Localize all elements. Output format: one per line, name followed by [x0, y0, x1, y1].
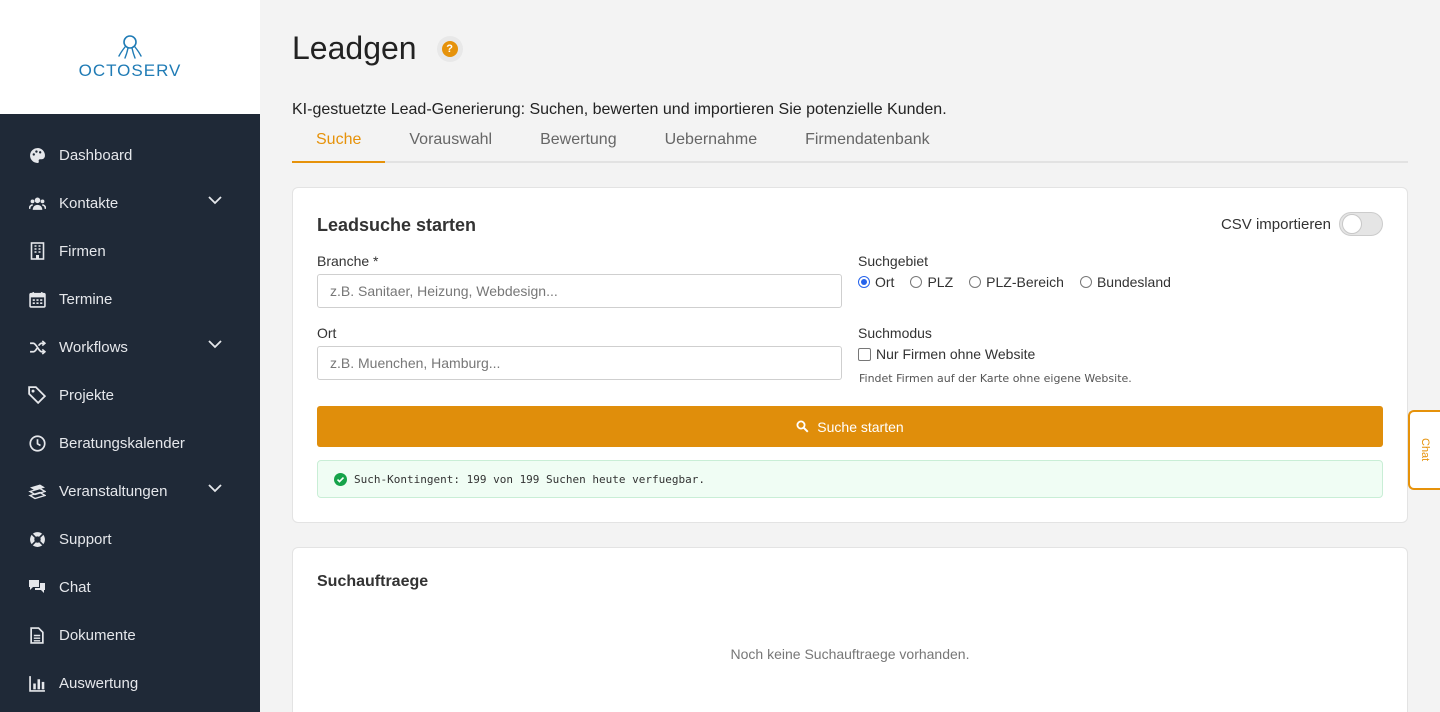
- sidebar-item-beratungskalender[interactable]: Beratungskalender: [0, 419, 260, 467]
- search-icon: [796, 420, 809, 433]
- question-mark-icon: ?: [441, 40, 458, 57]
- sidebar-item-label: Auswertung: [59, 674, 139, 692]
- quota-alert: Such-Kontingent: 199 von 199 Suchen heut…: [317, 460, 1383, 498]
- branche-label: Branche *: [317, 253, 379, 269]
- bar-chart-icon: [28, 674, 46, 692]
- card-title: Leadsuche starten: [317, 215, 477, 235]
- octopus-logo-icon: [118, 34, 142, 59]
- shuffle-icon: [28, 338, 46, 356]
- lifebuoy-icon: [28, 530, 46, 548]
- tab-uebernahme[interactable]: Uebernahme: [641, 118, 782, 163]
- radio-label: Bundesland: [1096, 274, 1171, 290]
- sidebar-item-label: Kontakte: [59, 194, 119, 212]
- check-circle-icon: [334, 472, 347, 486]
- chat-bubbles-icon: [28, 578, 46, 596]
- csv-import: CSV importieren: [1221, 212, 1383, 236]
- tab-vorauswahl[interactable]: Vorauswahl: [385, 118, 516, 163]
- radio-label: Ort: [875, 274, 895, 290]
- radio-bundesland[interactable]: Bundesland: [1079, 274, 1171, 290]
- sidebar-item-support[interactable]: Support: [0, 515, 260, 563]
- tab-bar: Suche Vorauswahl Bewertung Uebernahme Fi…: [292, 118, 1408, 163]
- button-label: Suche starten: [817, 418, 904, 435]
- chevron-down-icon[interactable]: [208, 340, 222, 349]
- radio-plz[interactable]: PLZ: [910, 274, 953, 290]
- sidebar-nav: Dashboard Kontakte Firmen Termine Workfl…: [0, 114, 260, 707]
- radio-ort[interactable]: Ort: [858, 274, 894, 290]
- brand-name: OCTOSERV: [78, 60, 182, 80]
- document-icon: [28, 626, 46, 644]
- no-website-checkbox[interactable]: [858, 347, 871, 361]
- radio-label: PLZ: [927, 274, 954, 290]
- csv-import-toggle[interactable]: [1339, 212, 1383, 236]
- users-icon: [28, 194, 46, 212]
- sidebar-item-termine[interactable]: Termine: [0, 275, 260, 323]
- sidebar-item-label: Dokumente: [59, 626, 136, 644]
- tab-bewertung[interactable]: Bewertung: [516, 118, 641, 163]
- calendar-icon: [28, 290, 46, 308]
- suchmodus-hint: Findet Firmen auf der Karte ohne eigene …: [859, 372, 1132, 385]
- layers-icon: [28, 482, 46, 500]
- page-header: Leadgen ?: [292, 30, 463, 67]
- palette-icon: [28, 146, 46, 164]
- building-icon: [28, 242, 46, 260]
- branche-input[interactable]: [317, 274, 842, 308]
- help-button[interactable]: ?: [436, 35, 463, 62]
- radio-button[interactable]: [1079, 276, 1092, 288]
- suchgebiet-radio-group: Ort PLZ PLZ-Bereich Bundesland: [858, 274, 1187, 290]
- csv-import-label: CSV importieren: [1220, 215, 1331, 233]
- page-subtitle: KI-gestuetzte Lead-Generierung: Suchen, …: [292, 101, 947, 118]
- sidebar-item-label: Support: [59, 530, 112, 548]
- sidebar-item-dashboard[interactable]: Dashboard: [0, 131, 260, 179]
- sidebar-item-firmen[interactable]: Firmen: [0, 227, 260, 275]
- empty-state-text: Noch keine Suchauftraege vorhanden.: [730, 646, 970, 662]
- radio-button[interactable]: [910, 276, 923, 288]
- sidebar-item-label: Beratungskalender: [59, 434, 185, 452]
- sidebar-item-label: Termine: [59, 290, 113, 308]
- chevron-down-icon[interactable]: [208, 484, 222, 493]
- radio-label: PLZ-Bereich: [986, 274, 1064, 290]
- tab-suche[interactable]: Suche: [292, 118, 386, 163]
- lead-search-card: Leadsuche starten CSV importieren Branch…: [292, 187, 1408, 523]
- radio-button[interactable]: [858, 276, 870, 288]
- page-title: Leadgen: [292, 30, 417, 66]
- sidebar-item-label: Chat: [59, 578, 91, 596]
- chat-tab-label: Chat: [1419, 438, 1431, 462]
- sidebar-item-dokumente[interactable]: Dokumente: [0, 611, 260, 659]
- ort-label: Ort: [317, 325, 337, 341]
- radio-button[interactable]: [969, 276, 982, 288]
- clock-icon: [28, 434, 46, 452]
- sidebar-item-auswertung[interactable]: Auswertung: [0, 659, 260, 707]
- chevron-down-icon[interactable]: [208, 196, 222, 205]
- ort-input[interactable]: [317, 346, 842, 380]
- suchmodus-label: Suchmodus: [858, 325, 932, 341]
- radio-plz-bereich[interactable]: PLZ-Bereich: [969, 274, 1064, 290]
- chat-widget-tab[interactable]: Chat: [1408, 410, 1440, 490]
- suchgebiet-label: Suchgebiet: [858, 253, 929, 269]
- card-title: Suchauftraege: [317, 573, 429, 590]
- sidebar-item-label: Veranstaltungen: [59, 482, 168, 500]
- tag-icon: [28, 386, 46, 404]
- toggle-knob: [1342, 214, 1362, 234]
- sidebar-item-label: Dashboard: [59, 146, 133, 164]
- sidebar-item-chat[interactable]: Chat: [0, 563, 260, 611]
- checkbox-label: Nur Firmen ohne Website: [876, 346, 1036, 362]
- sidebar-item-workflows[interactable]: Workflows: [0, 323, 260, 371]
- no-website-option[interactable]: Nur Firmen ohne Website: [858, 346, 1035, 362]
- sidebar-item-veranstaltungen[interactable]: Veranstaltungen: [0, 467, 260, 515]
- sidebar-item-projekte[interactable]: Projekte: [0, 371, 260, 419]
- sidebar: OCTOSERV Dashboard Kontakte Firmen Termi…: [0, 0, 260, 712]
- logo[interactable]: OCTOSERV: [0, 0, 260, 114]
- sidebar-item-kontakte[interactable]: Kontakte: [0, 179, 260, 227]
- search-jobs-card: Suchauftraege Noch keine Suchauftraege v…: [292, 547, 1408, 712]
- tab-firmendatenbank[interactable]: Firmendatenbank: [781, 118, 954, 163]
- start-search-button[interactable]: Suche starten: [317, 406, 1383, 447]
- quota-text: Such-Kontingent: 199 von 199 Suchen heut…: [354, 472, 705, 486]
- sidebar-item-label: Firmen: [59, 242, 106, 260]
- sidebar-item-label: Workflows: [59, 338, 128, 356]
- sidebar-item-label: Projekte: [59, 386, 115, 404]
